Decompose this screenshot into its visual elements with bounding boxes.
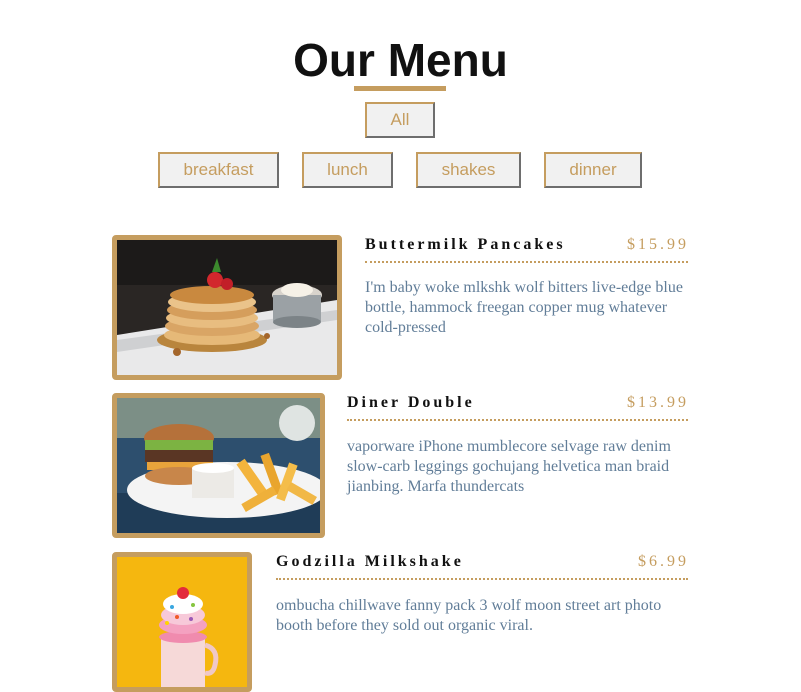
- filter-all-button[interactable]: All: [365, 102, 435, 138]
- menu-item-price: $13.99: [627, 394, 689, 411]
- menu-item-description: vaporware iPhone mumblecore selvage raw …: [347, 438, 671, 495]
- burger-photo: [112, 393, 325, 538]
- menu-item-name: Buttermilk Pancakes: [365, 236, 566, 253]
- filter-shakes-button[interactable]: shakes: [416, 152, 521, 188]
- filter-breakfast-button[interactable]: breakfast: [158, 152, 279, 188]
- page-title: Our Menu: [293, 34, 508, 86]
- dotted-divider: [365, 261, 688, 263]
- filter-lunch-button[interactable]: lunch: [302, 152, 393, 188]
- filter-dinner-button[interactable]: dinner: [544, 152, 642, 188]
- dotted-divider: [276, 578, 688, 580]
- menu-item-price: $15.99: [627, 236, 689, 253]
- dotted-divider: [347, 419, 688, 421]
- menu-item-description: ombucha chillwave fanny pack 3 wolf moon…: [276, 597, 662, 634]
- milkshake-photo: [112, 552, 252, 692]
- title-underline: [354, 86, 446, 91]
- menu-item-name: Godzilla Milkshake: [276, 553, 464, 570]
- pancakes-photo: [112, 235, 342, 380]
- menu-item-description: I'm baby woke mlkshk wolf bitters live-e…: [365, 279, 683, 336]
- menu-item-price: $6.99: [638, 553, 689, 570]
- menu-item-name: Diner Double: [347, 394, 475, 411]
